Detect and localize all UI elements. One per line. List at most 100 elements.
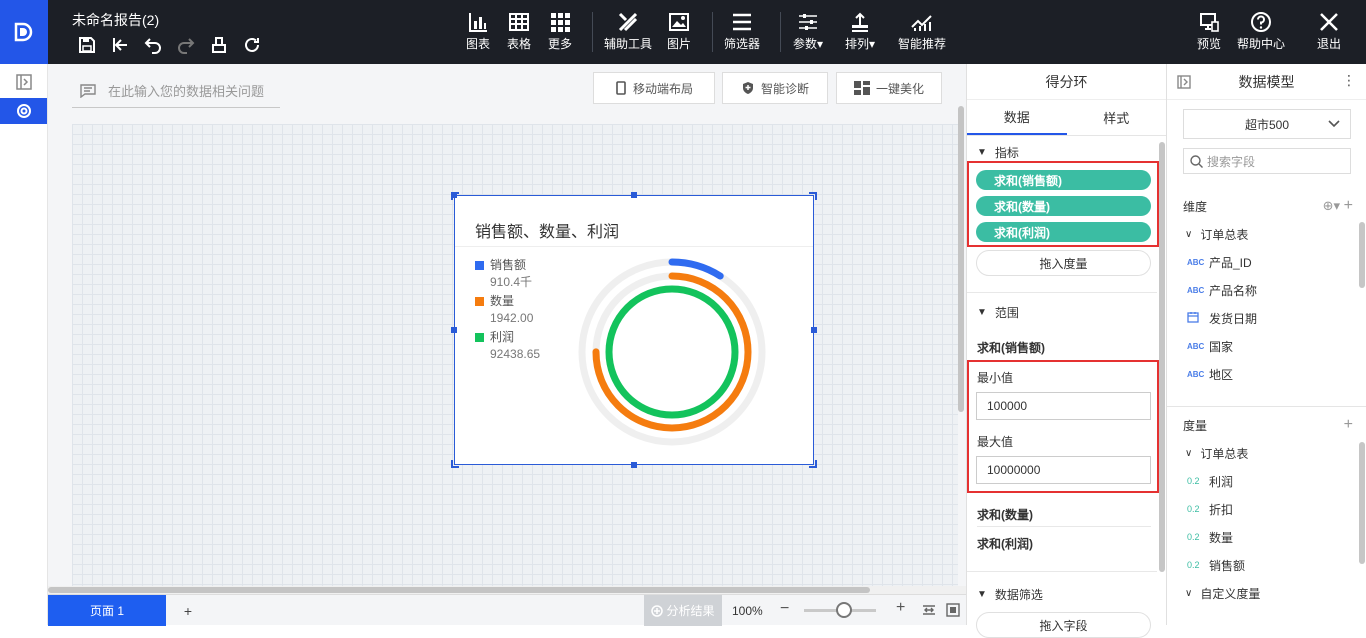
smart-diagnose-button[interactable]: 智能诊断	[722, 72, 828, 104]
resize-handle[interactable]	[811, 327, 817, 333]
field-item[interactable]: 发货日期	[1183, 304, 1353, 332]
min-value-input[interactable]	[976, 392, 1151, 420]
globe-icon[interactable]: ⊕▾	[1323, 198, 1340, 213]
tab-data[interactable]: 数据	[967, 100, 1067, 135]
toolbar-table[interactable]: 表格	[507, 10, 531, 58]
metric-pill-quantity[interactable]: 求和(数量)	[976, 196, 1151, 216]
measures-section: 度量 + ∨ 订单总表 0.2 利润 0.2 折扣 0.2 数量 0.2 销售额 ∨ 自定义度…	[1183, 411, 1353, 607]
measure-item[interactable]: 0.2 销售额	[1183, 551, 1353, 579]
refresh-icon[interactable]	[235, 34, 268, 56]
document-title[interactable]: 未命名报告(2)	[72, 10, 159, 30]
exit-button[interactable]: 退出	[1317, 10, 1341, 58]
legend-item-profit[interactable]: 利润 92438.65	[475, 329, 540, 363]
toolbar-tools[interactable]: 辅助工具	[604, 10, 652, 58]
bar-chart-icon	[468, 10, 488, 34]
filter-section-header[interactable]: ▼ 数据筛选	[967, 584, 1157, 604]
dimensions-label: 维度	[1183, 199, 1208, 214]
range-field-quantity[interactable]: 求和(数量)	[977, 506, 1033, 523]
resize-handle[interactable]	[631, 462, 637, 468]
drop-measure-zone[interactable]: 拖入度量	[976, 250, 1151, 276]
more-vertical-icon[interactable]: ⋮	[1342, 72, 1356, 89]
format-painter-icon[interactable]	[202, 34, 235, 56]
resize-handle[interactable]	[451, 327, 457, 333]
dimensions-scrollbar[interactable]	[1359, 222, 1365, 288]
expand-panel-icon[interactable]	[0, 66, 47, 98]
field-item[interactable]: ABC 地区	[1183, 360, 1353, 388]
ring-chart-rail-icon[interactable]	[0, 98, 47, 124]
measure-item[interactable]: 0.2 数量	[1183, 523, 1353, 551]
tab-style[interactable]: 样式	[1067, 100, 1167, 135]
resize-handle[interactable]	[809, 192, 817, 200]
ask-data-input[interactable]: 在此输入您的数据相关问题	[72, 74, 280, 108]
chevron-down-icon: ▼	[977, 306, 987, 318]
back-to-start-icon[interactable]	[103, 34, 136, 56]
metric-pill-sales[interactable]: 求和(销售额)	[976, 170, 1151, 190]
add-page-button[interactable]: +	[178, 595, 198, 626]
resize-handle[interactable]	[631, 192, 637, 198]
ring-chart-card[interactable]: 销售额、数量、利润 销售额 910.4千 数量 1942.00 利润 92438.65	[451, 192, 817, 468]
zoom-slider-knob[interactable]	[836, 602, 852, 618]
fit-width-icon[interactable]	[922, 603, 936, 617]
toolbar-image[interactable]: 图片	[667, 10, 691, 58]
canvas-horizontal-scrollbar[interactable]	[48, 586, 966, 594]
field-item[interactable]: ABC 产品_ID	[1183, 248, 1353, 276]
resize-handle[interactable]	[451, 192, 459, 200]
range-section-header[interactable]: ▼ 范围	[967, 302, 1157, 322]
max-value-input[interactable]	[976, 456, 1151, 484]
custom-measure-group[interactable]: ∨ 自定义度量	[1183, 579, 1353, 607]
add-dimension-icon[interactable]: +	[1344, 197, 1353, 214]
max-label: 最大值	[977, 435, 1014, 449]
toolbar-chart[interactable]: 图表	[466, 10, 490, 58]
resize-handle[interactable]	[451, 460, 459, 468]
page-tab[interactable]: 页面 1	[48, 595, 166, 626]
zoom-out-button[interactable]: −	[780, 600, 789, 618]
chart-title: 销售额、数量、利润	[475, 224, 620, 241]
measures-scrollbar[interactable]	[1359, 442, 1365, 564]
mobile-layout-button[interactable]: 移动端布局	[593, 72, 715, 104]
legend-item-quantity[interactable]: 数量 1942.00	[475, 293, 533, 327]
config-scrollbar[interactable]	[1159, 142, 1165, 572]
metric-pill-profit[interactable]: 求和(利润)	[976, 222, 1151, 242]
app-logo[interactable]	[0, 0, 48, 64]
recommend-icon	[911, 10, 933, 34]
chart-divider	[455, 246, 813, 247]
canvas-vertical-scrollbar[interactable]	[958, 106, 964, 412]
toolbar-recommend[interactable]: 智能推荐	[898, 10, 946, 58]
field-search-input[interactable]: 搜索字段	[1183, 148, 1351, 174]
toolbar-arrange[interactable]: 排列▾	[845, 10, 875, 58]
add-measure-icon[interactable]: +	[1344, 416, 1353, 434]
zoom-in-button[interactable]: +	[896, 599, 905, 617]
chevron-down-icon: ∨	[1185, 228, 1193, 240]
drop-field-zone[interactable]: 拖入字段	[976, 612, 1151, 638]
legend-item-sales[interactable]: 销售额 910.4千	[475, 257, 532, 291]
fit-screen-icon[interactable]	[946, 603, 960, 617]
redo-icon[interactable]	[169, 34, 202, 56]
field-item[interactable]: ABC 国家	[1183, 332, 1353, 360]
save-icon[interactable]	[70, 34, 103, 56]
text-type-icon: ABC	[1187, 369, 1205, 379]
range-field-profit[interactable]: 求和(利润)	[977, 535, 1033, 552]
field-item[interactable]: ABC 产品名称	[1183, 276, 1353, 304]
measures-table-group[interactable]: ∨ 订单总表	[1183, 439, 1353, 467]
beautify-button[interactable]: 一键美化	[836, 72, 942, 104]
toolbar-params[interactable]: 参数▾	[793, 10, 823, 58]
undo-icon[interactable]	[136, 34, 169, 56]
metrics-section-header[interactable]: ▼ 指标	[967, 142, 1157, 162]
dims-table-group[interactable]: ∨ 订单总表	[1183, 220, 1353, 248]
search-icon	[1190, 154, 1203, 168]
measure-item[interactable]: 0.2 折扣	[1183, 495, 1353, 523]
collapse-panel-icon[interactable]	[1177, 75, 1191, 89]
quick-actions	[70, 34, 268, 56]
dataset-select[interactable]: 超市500	[1183, 109, 1351, 139]
analysis-result-button[interactable]: 分析结果	[644, 595, 722, 626]
chart-config-panel: 得分环 数据 样式 ▼ 指标 求和(销售额) 求和(数量) 求和(利润) 拖入度量…	[966, 64, 1167, 638]
help-button[interactable]: 帮助中心	[1237, 10, 1285, 58]
measure-item[interactable]: 0.2 利润	[1183, 467, 1353, 495]
toolbar-more[interactable]: 更多	[548, 10, 572, 58]
toolbar-filter[interactable]: 筛选器	[724, 10, 760, 58]
toolbar-separator	[780, 12, 781, 52]
resize-handle[interactable]	[809, 460, 817, 468]
scrollbar-thumb[interactable]	[48, 587, 870, 593]
ring-arc-2[interactable]	[605, 285, 739, 419]
preview-button[interactable]: 预览	[1197, 10, 1221, 58]
